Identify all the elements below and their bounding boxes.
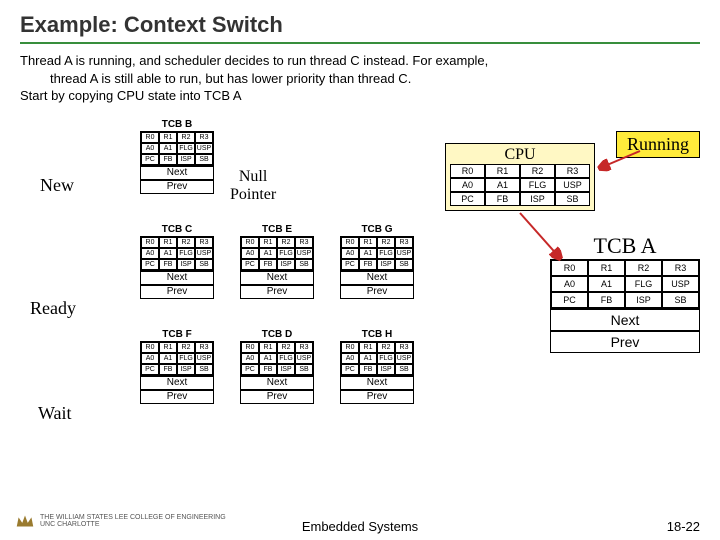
tcb-b: TCB B R0R1R2R3 A0A1FLGUSP PCFBISPSB Next… [140,118,214,194]
state-wait-label: Wait [38,403,72,424]
tcb-a: TCB A R0R1R2R3 A0A1FLGUSP PCFBISPSB Next… [550,233,700,353]
prev-ptr: Prev [140,180,214,194]
logo-line: THE WILLIAM STATES LEE COLLEGE OF ENGINE… [40,514,226,521]
prev-ptr: Prev [240,390,314,404]
next-ptr: Next [240,271,314,285]
reg-grid: R0R1R2R3 A0A1FLGUSP PCFBISPSB [140,131,214,166]
next-ptr: Next [140,166,214,180]
tcb-title: TCB F [140,328,214,341]
page-title: Example: Context Switch [0,0,720,42]
description: Thread A is running, and scheduler decid… [0,52,720,113]
tcb-d: TCB D R0R1R2R3 A0A1FLGUSP PCFBISPSB Next… [240,328,314,404]
tcb-title: TCB H [340,328,414,341]
next-ptr: Next [240,376,314,390]
diagram-canvas: New Ready Wait TCB B R0R1R2R3 A0A1FLGUSP… [0,113,720,483]
desc-line: Start by copying CPU state into TCB A [20,87,700,105]
tcb-c: TCB C R0R1R2R3 A0A1FLGUSP PCFBISPSB Next… [140,223,214,299]
reg-grid: R0R1R2R3 A0A1FLGUSP PCFBISPSB [140,341,214,376]
tcb-title: TCB D [240,328,314,341]
next-ptr: Next [340,271,414,285]
tcb-h: TCB H R0R1R2R3 A0A1FLGUSP PCFBISPSB Next… [340,328,414,404]
running-label: Running [616,131,700,158]
tcba-title: TCB A [550,233,700,259]
footer: THE WILLIAM STATES LEE COLLEGE OF ENGINE… [0,519,720,534]
next-ptr: Next [140,376,214,390]
next-ptr: Next [140,271,214,285]
null-pointer-label: Null Pointer [230,168,276,204]
state-ready-label: Ready [30,298,76,319]
tcb-title: TCB C [140,223,214,236]
reg-grid: R0R1R2R3 A0A1FLGUSP PCFBISPSB [140,236,214,271]
prev-ptr: Prev [340,390,414,404]
prev-ptr: Prev [140,390,214,404]
page-number: 18-22 [667,519,700,534]
tcba-prev: Prev [550,331,700,353]
desc-line: thread A is still able to run, but has l… [20,70,700,88]
reg-grid: R0R1R2R3 A0A1FLGUSP PCFBISPSB [340,341,414,376]
state-new-label: New [40,175,74,196]
title-underline [20,42,700,44]
next-ptr: Next [340,376,414,390]
tcb-f: TCB F R0R1R2R3 A0A1FLGUSP PCFBISPSB Next… [140,328,214,404]
tcb-title: TCB B [140,118,214,131]
tcba-registers: R0R1R2R3 A0A1FLGUSP PCFBISPSB [550,259,700,309]
tcb-e: TCB E R0R1R2R3 A0A1FLGUSP PCFBISPSB Next… [240,223,314,299]
desc-line: Thread A is running, and scheduler decid… [20,52,700,70]
logo-line: UNC CHARLOTTE [40,521,226,528]
cpu-title: CPU [450,146,590,164]
reg-grid: R0R1R2R3 A0A1FLGUSP PCFBISPSB [340,236,414,271]
prev-ptr: Prev [340,285,414,299]
tcb-title: TCB E [240,223,314,236]
reg-grid: R0R1R2R3 A0A1FLGUSP PCFBISPSB [240,236,314,271]
cpu-block: CPU R0R1R2R3 A0A1FLGUSP PCFBISPSB [445,143,595,211]
tcb-g: TCB G R0R1R2R3 A0A1FLGUSP PCFBISPSB Next… [340,223,414,299]
crown-icon [14,510,36,532]
footer-logo: THE WILLIAM STATES LEE COLLEGE OF ENGINE… [14,510,226,532]
prev-ptr: Prev [240,285,314,299]
tcb-title: TCB G [340,223,414,236]
tcba-next: Next [550,309,700,331]
prev-ptr: Prev [140,285,214,299]
cpu-registers: R0R1R2R3 A0A1FLGUSP PCFBISPSB [450,164,590,206]
reg-grid: R0R1R2R3 A0A1FLGUSP PCFBISPSB [240,341,314,376]
